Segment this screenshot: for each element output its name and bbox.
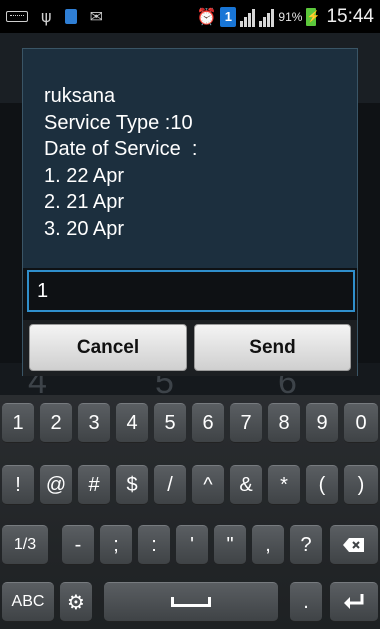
mail-icon: ✉ bbox=[89, 6, 103, 26]
key[interactable]: @ bbox=[40, 465, 72, 505]
status-bar: ψ ✉ ⏰ 1 91% ⚡ 15:44 bbox=[0, 0, 380, 33]
key[interactable]: 9 bbox=[306, 403, 338, 443]
input-area: 1 bbox=[23, 268, 357, 326]
key[interactable]: : bbox=[138, 525, 170, 565]
key[interactable]: 0 bbox=[344, 403, 378, 443]
key[interactable]: , bbox=[252, 525, 284, 565]
key[interactable]: 3 bbox=[78, 403, 110, 443]
battery-charging-icon: ⚡ bbox=[306, 7, 320, 26]
abc-key[interactable]: ABC bbox=[2, 582, 54, 622]
key[interactable]: " bbox=[214, 525, 246, 565]
message-line: ruksana bbox=[44, 85, 116, 107]
backspace-icon bbox=[343, 538, 364, 552]
key[interactable]: ! bbox=[2, 465, 34, 505]
period-key[interactable]: . bbox=[290, 582, 322, 622]
usb-icon: ψ bbox=[41, 6, 52, 26]
key[interactable]: 7 bbox=[230, 403, 262, 443]
gear-icon: ⚙ bbox=[67, 590, 85, 614]
enter-key[interactable] bbox=[330, 582, 378, 622]
key[interactable]: - bbox=[62, 525, 94, 565]
key[interactable]: * bbox=[268, 465, 300, 505]
key[interactable]: 2 bbox=[40, 403, 72, 443]
key[interactable]: 6 bbox=[192, 403, 224, 443]
signal-icon bbox=[240, 7, 256, 27]
dialog-message: ruksana Service Type :10 Date of Service… bbox=[44, 83, 197, 242]
space-icon bbox=[171, 597, 211, 607]
message-line: 3. 20 Apr bbox=[44, 217, 125, 240]
settings-key[interactable]: ⚙ bbox=[60, 582, 92, 622]
key[interactable]: / bbox=[154, 465, 186, 505]
alarm-icon: ⏰ bbox=[196, 6, 217, 26]
ussd-dialog: ruksana Service Type :10 Date of Service… bbox=[22, 48, 358, 376]
key[interactable]: 4 bbox=[116, 403, 148, 443]
key[interactable]: $ bbox=[116, 465, 148, 505]
on-screen-keyboard: 1 2 3 4 5 6 7 8 9 0 ! @ # $ / ^ & * ( ) … bbox=[0, 395, 380, 629]
battery-percent: 91% bbox=[278, 9, 303, 24]
key[interactable]: 5 bbox=[154, 403, 186, 443]
key[interactable]: 1 bbox=[2, 403, 34, 443]
message-line: Service Type :10 bbox=[44, 111, 193, 134]
message-line: 1. 22 Apr bbox=[44, 164, 125, 187]
cancel-button[interactable]: Cancel bbox=[29, 324, 187, 371]
key[interactable]: ( bbox=[306, 465, 338, 505]
dialog-button-row: Cancel Send bbox=[23, 320, 357, 376]
backspace-key[interactable] bbox=[330, 525, 378, 565]
key[interactable]: ^ bbox=[192, 465, 224, 505]
key[interactable]: ; bbox=[100, 525, 132, 565]
sim-icon bbox=[64, 9, 77, 24]
keyboard-icon bbox=[6, 11, 28, 22]
space-key[interactable] bbox=[104, 582, 278, 622]
key[interactable]: ' bbox=[176, 525, 208, 565]
message-line: 2. 21 Apr bbox=[44, 191, 125, 213]
clock: 15:44 bbox=[326, 5, 374, 27]
signal-icon bbox=[259, 7, 275, 27]
message-line: Date of Service : bbox=[44, 138, 198, 160]
notification-badge: 1 bbox=[220, 6, 237, 27]
key[interactable]: ) bbox=[344, 465, 378, 505]
send-button[interactable]: Send bbox=[194, 324, 351, 371]
key[interactable]: & bbox=[230, 465, 262, 505]
reply-input[interactable]: 1 bbox=[27, 270, 355, 312]
symbol-page-key[interactable]: 1/3 bbox=[2, 525, 48, 565]
key[interactable]: 8 bbox=[268, 403, 300, 443]
key[interactable]: ? bbox=[290, 525, 322, 565]
key[interactable]: # bbox=[78, 465, 110, 505]
enter-icon bbox=[344, 594, 364, 609]
